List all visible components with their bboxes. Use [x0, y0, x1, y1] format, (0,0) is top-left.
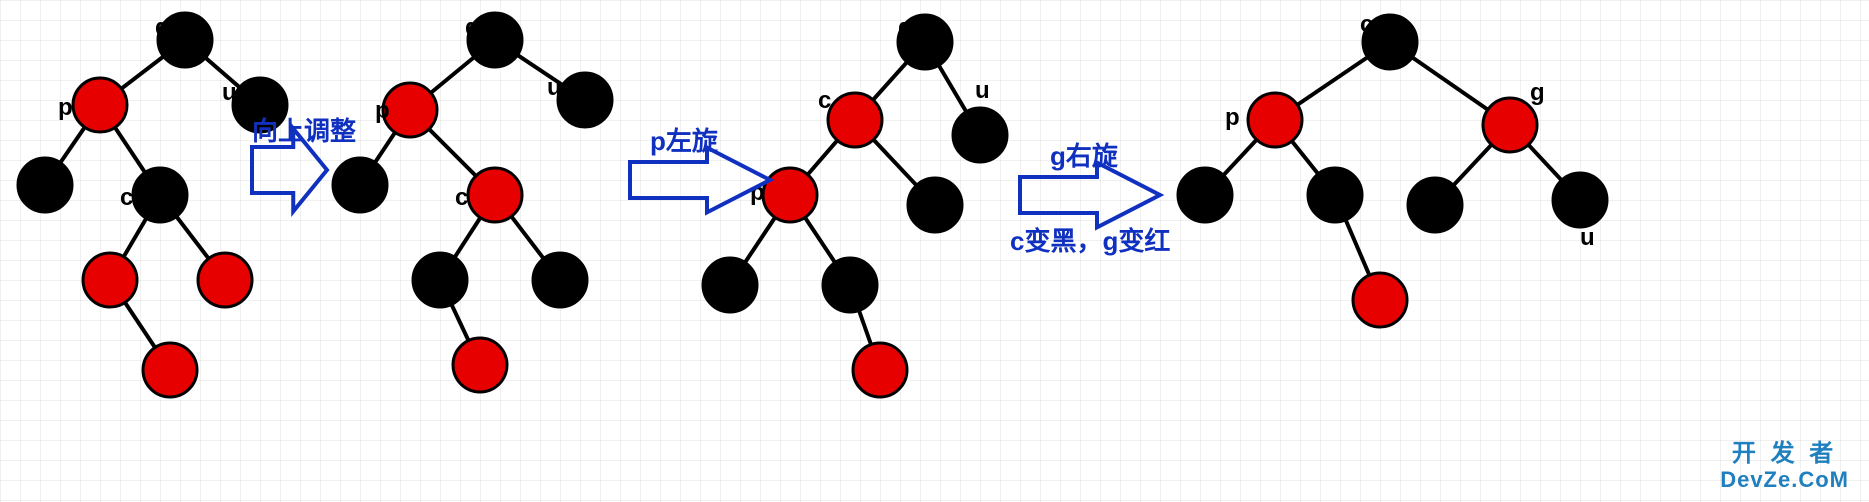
arrow-icon [1020, 163, 1160, 228]
tree-node [1483, 98, 1537, 152]
tree-node [413, 253, 467, 307]
watermark: 开 发 者 DevZe.CoM [1720, 441, 1849, 492]
node-label: g [1530, 79, 1545, 106]
node-label: p [58, 94, 73, 121]
tree-t3: gucp [703, 14, 1007, 397]
node-label: u [1580, 224, 1595, 251]
tree-node [453, 338, 507, 392]
tree-t4: c p g u [1178, 11, 1607, 327]
tree-node [908, 178, 962, 232]
watermark-line1: 开 发 者 [1720, 441, 1849, 467]
tree-node [853, 343, 907, 397]
tree-node [468, 168, 522, 222]
arrow-caption: p左旋 [650, 126, 719, 156]
tree-node [823, 258, 877, 312]
transition-arrow-2: p左旋 [630, 126, 770, 212]
node-label: p [1225, 104, 1240, 131]
tree-node [533, 253, 587, 307]
node-label: u [547, 74, 562, 101]
tree-node [198, 253, 252, 307]
node-label: u [975, 77, 990, 104]
watermark-line2: DevZe.CoM [1720, 468, 1849, 492]
tree-t1: g u p c [18, 13, 287, 397]
tree-node [703, 258, 757, 312]
tree-node [383, 83, 437, 137]
arrow-icon [630, 148, 770, 213]
arrow-caption-secondary: c变黑，g变红 [1010, 226, 1170, 256]
tree-node [763, 168, 817, 222]
tree-node [1308, 168, 1362, 222]
node-label: g [898, 14, 913, 41]
tree-node [1408, 178, 1462, 232]
tree-node [1178, 168, 1232, 222]
tree-node [333, 158, 387, 212]
node-label: c [818, 87, 831, 114]
tree-node [133, 168, 187, 222]
tree-node [73, 78, 127, 132]
diagram-svg: gupcgupcgucpcpgu向上调整p左旋g右旋c变黑，g变红 [0, 0, 1869, 502]
tree-node [1353, 273, 1407, 327]
tree-node [828, 93, 882, 147]
node-label: c [455, 184, 468, 211]
node-label: g [155, 14, 170, 41]
arrow-caption: 向上调整 [252, 116, 356, 146]
tree-node [558, 73, 612, 127]
arrow-caption: g右旋 [1050, 141, 1119, 171]
transition-arrow-3: g右旋 c变黑，g变红 [1010, 141, 1170, 256]
tree-node [143, 343, 197, 397]
node-label: c [1360, 11, 1373, 38]
node-label: u [222, 79, 237, 106]
tree-node [1553, 173, 1607, 227]
tree-node [18, 158, 72, 212]
tree-node [953, 108, 1007, 162]
tree-node [1248, 93, 1302, 147]
node-label: p [375, 97, 390, 124]
node-label: g [465, 14, 480, 41]
tree-t2: g u p c [333, 13, 612, 392]
tree-node [83, 253, 137, 307]
node-label: c [120, 184, 133, 211]
